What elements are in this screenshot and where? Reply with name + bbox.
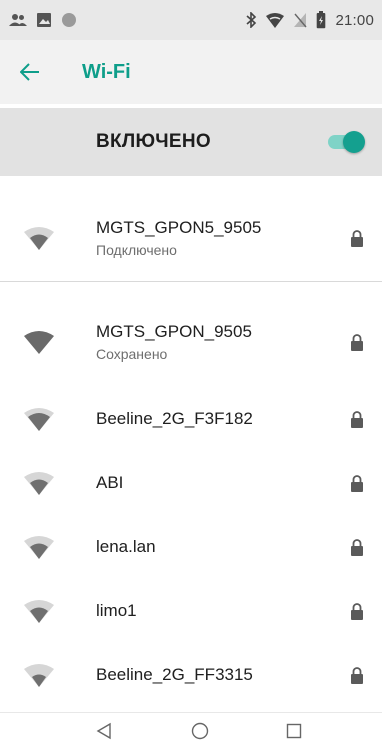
lock-icon — [351, 539, 363, 556]
wifi-signal-icon — [24, 408, 54, 431]
nav-recents-button[interactable] — [282, 719, 306, 743]
lock-icon — [351, 475, 363, 492]
network-item[interactable]: ABI — [0, 451, 382, 515]
wifi-status-icon — [266, 12, 285, 28]
network-ssid: ABI — [96, 473, 124, 492]
circle-icon — [61, 12, 77, 28]
network-ssid: Beeline_2G_FF3315 — [96, 665, 253, 684]
battery-icon — [316, 11, 326, 29]
network-ssid: MGTS_GPON5_9505 — [96, 218, 262, 237]
list-divider — [0, 281, 382, 282]
navigation-bar — [0, 712, 382, 747]
no-sim-icon — [293, 12, 307, 28]
back-triangle-icon — [96, 722, 111, 740]
network-text: Beeline_2G_F3F182 — [96, 409, 253, 429]
network-text: ABI — [96, 473, 123, 493]
wifi-signal-icon — [24, 472, 54, 495]
recents-square-icon — [286, 723, 302, 739]
lock-icon — [351, 334, 363, 351]
network-text: limo1 — [96, 601, 137, 621]
wifi-signal-icon — [24, 331, 54, 354]
page-title: Wi-Fi — [82, 60, 131, 83]
network-text: MGTS_GPON_9505 Сохранено — [96, 322, 252, 362]
lock-icon — [351, 411, 363, 428]
wifi-toggle[interactable] — [324, 130, 366, 154]
network-ssid: lena.lan — [96, 537, 156, 556]
master-switch-label: ВКЛЮЧЕНО — [96, 131, 211, 152]
wifi-signal-icon — [24, 664, 54, 687]
network-item[interactable]: Beeline_2G_F3F182 — [0, 387, 382, 451]
wifi-signal-icon — [24, 600, 54, 623]
back-button[interactable] — [4, 40, 56, 104]
arrow-back-icon — [20, 63, 39, 81]
wifi-signal-icon — [24, 227, 54, 250]
nav-home-button[interactable] — [188, 719, 212, 743]
network-item-saved[interactable]: MGTS_GPON_9505 Сохранено — [0, 310, 382, 374]
app-bar: Wi-Fi — [0, 40, 382, 104]
status-bar-right: 21:00 — [245, 11, 382, 29]
network-text: MGTS_GPON5_9505 Подключено — [96, 218, 261, 258]
lock-icon — [351, 230, 363, 247]
network-ssid: Beeline_2G_F3F182 — [96, 409, 253, 428]
status-time: 21:00 — [335, 11, 374, 29]
network-ssid: MGTS_GPON_9505 — [96, 322, 252, 341]
network-ssid: limo1 — [96, 601, 137, 620]
network-text: lena.lan — [96, 537, 156, 557]
network-item[interactable]: Beeline_2G_FF3315 — [0, 643, 382, 707]
status-bar-left — [0, 12, 77, 28]
image-icon — [36, 12, 52, 28]
lock-icon — [351, 667, 363, 684]
wifi-signal-icon — [24, 536, 54, 559]
toggle-thumb — [343, 131, 365, 153]
status-bar: 21:00 — [0, 0, 382, 40]
network-text: Beeline_2G_FF3315 — [96, 665, 253, 685]
network-item[interactable]: lena.lan — [0, 515, 382, 579]
network-item-connected[interactable]: MGTS_GPON5_9505 Подключено — [0, 206, 382, 270]
wifi-master-switch-row[interactable]: ВКЛЮЧЕНО — [0, 108, 382, 176]
network-status: Подключено — [96, 242, 177, 258]
bluetooth-icon — [245, 12, 257, 28]
network-status: Сохранено — [96, 346, 168, 362]
lock-icon — [351, 603, 363, 620]
nav-back-button[interactable] — [92, 719, 116, 743]
home-circle-icon — [191, 722, 209, 740]
contacts-icon — [9, 13, 27, 27]
network-item[interactable]: limo1 — [0, 579, 382, 643]
